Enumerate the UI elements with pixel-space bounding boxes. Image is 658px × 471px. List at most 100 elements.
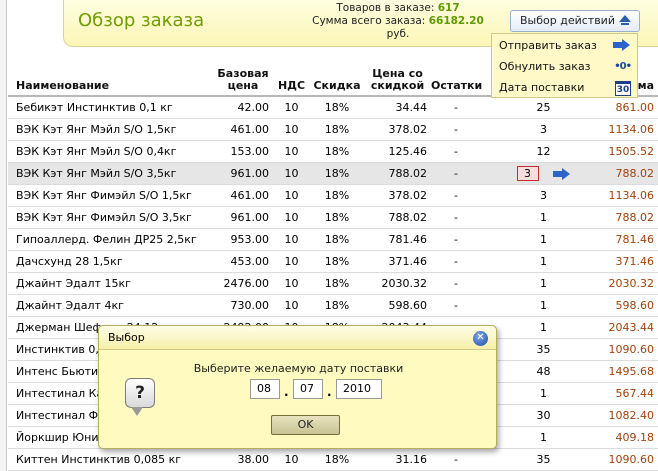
table-row[interactable]: ВЭК Кэт Янг Мэйл S/O 3,5кг 961.00 10 18% 788… <box>8 162 658 185</box>
cell-total: 1090.60 <box>606 448 658 471</box>
qty-input[interactable]: 3 <box>516 165 539 181</box>
col-base-price[interactable]: Базовая цена <box>213 61 273 97</box>
currency-label: руб. <box>386 28 410 40</box>
cell-base-price: 730.00 <box>213 294 273 317</box>
actions-dropdown-button[interactable]: Выбор действий <box>510 10 640 32</box>
cell-qty[interactable]: 1 <box>481 426 606 449</box>
table-row[interactable]: Джайнт Эдалт 15кг 2476.00 10 18% 2030.32-1 20… <box>8 272 658 295</box>
cell-stock: - <box>431 184 481 207</box>
cell-qty[interactable]: 1 <box>481 206 606 229</box>
cell-qty[interactable]: 30 <box>481 404 606 427</box>
cell-qty[interactable]: 1 <box>481 316 606 339</box>
cell-base-price: 453.00 <box>213 250 273 273</box>
cell-base-price: 961.00 <box>213 162 273 185</box>
cell-total: 781.46 <box>606 228 658 251</box>
cell-qty[interactable]: 1 <box>481 382 606 405</box>
table-row[interactable]: ВЭК Кэт Янг Фимэйл S/O 3,5кг 961.00 10 18% 7… <box>8 206 658 229</box>
cell-discount-price: 378.02 <box>364 184 431 207</box>
cell-name: ВЭК Кэт Янг Мэйл S/O 0,4кг <box>8 140 213 163</box>
cell-vat: 10 <box>273 184 310 207</box>
cell-discount: 18% <box>310 250 364 273</box>
cell-name: ВЭК Кэт Янг Мэйл S/O 1,5кг <box>8 118 213 141</box>
order-sum: 66182.20 <box>428 15 484 27</box>
table-row[interactable]: Гипоаллерд. Фелин ДР25 2,5кг 953.00 10 18% 7… <box>8 228 658 251</box>
cell-qty[interactable]: 35 <box>481 448 606 471</box>
cell-qty[interactable]: 12 <box>481 140 606 163</box>
menu-item-delivery-date[interactable]: Дата поставки 30 <box>499 78 637 98</box>
cell-vat: 10 <box>273 250 310 273</box>
cell-total: 371.46 <box>606 250 658 273</box>
cell-discount-price: 34.44 <box>364 96 431 119</box>
cell-vat: 10 <box>273 140 310 163</box>
table-row[interactable]: ВЭК Кэт Янг Мэйл S/O 1,5кг 461.00 10 18% 378… <box>8 118 658 141</box>
cell-discount: 18% <box>310 448 364 471</box>
cell-qty[interactable]: 1 <box>481 250 606 273</box>
cell-vat: 10 <box>273 206 310 229</box>
cell-total: 1082.40 <box>606 404 658 427</box>
table-row[interactable]: Киттен Инстинктив 0,085 кг 38.00 10 18% 31.1… <box>8 448 658 471</box>
cell-discount: 18% <box>310 140 364 163</box>
cell-discount-price: 31.16 <box>364 448 431 471</box>
cell-vat: 10 <box>273 228 310 251</box>
cell-total: 1090.60 <box>606 338 658 361</box>
left-panel-edge <box>0 0 7 471</box>
cell-discount: 18% <box>310 184 364 207</box>
cell-vat: 10 <box>273 162 310 185</box>
cell-qty[interactable]: 1 <box>481 272 606 295</box>
year-field[interactable]: 2010 <box>336 379 382 399</box>
cell-vat: 10 <box>273 294 310 317</box>
cell-qty[interactable]: 3 <box>481 118 606 141</box>
cell-total: 1495.68 <box>606 360 658 383</box>
cell-base-price: 38.00 <box>213 448 273 471</box>
date-separator: . <box>327 385 332 399</box>
cell-discount: 18% <box>310 118 364 141</box>
cell-stock: - <box>431 228 481 251</box>
cell-stock: - <box>431 118 481 141</box>
col-discount-price[interactable]: Цена со скидкой <box>364 61 431 97</box>
cell-discount-price: 125.46 <box>364 140 431 163</box>
cell-total: 861.00 <box>606 96 658 119</box>
cell-qty[interactable]: 1 <box>481 228 606 251</box>
cell-stock: - <box>431 294 481 317</box>
cell-name: ВЭК Кэт Янг Фимэйл S/O 1,5кг <box>8 184 213 207</box>
cell-base-price: 461.00 <box>213 184 273 207</box>
arrow-right-icon[interactable] <box>552 167 571 180</box>
cell-vat: 10 <box>273 448 310 471</box>
cell-total: 598.60 <box>606 294 658 317</box>
cell-base-price: 42.00 <box>213 96 273 119</box>
cell-discount: 18% <box>310 96 364 119</box>
cell-discount-price: 788.02 <box>364 206 431 229</box>
day-field[interactable]: 08 <box>250 379 280 399</box>
ok-button[interactable]: OK <box>271 415 340 435</box>
items-label: Товаров в заказе: <box>336 2 435 14</box>
col-discount[interactable]: Скидка <box>310 61 364 97</box>
close-icon[interactable]: ✕ <box>473 331 488 346</box>
cell-qty[interactable]: 3 <box>481 184 606 207</box>
table-row[interactable]: Джайнт Эдалт 4кг 730.00 10 18% 598.60-1 598.6… <box>8 294 658 317</box>
cell-name: Дачсхунд 28 1,5кг <box>8 250 213 273</box>
cell-stock: - <box>431 448 481 471</box>
cell-qty[interactable]: 25 <box>481 96 606 119</box>
menu-item-send-order[interactable]: Отправить заказ <box>499 36 637 56</box>
col-stock[interactable]: Остатки <box>431 61 482 97</box>
cell-total: 1505.52 <box>606 140 658 163</box>
cell-qty[interactable]: 1 <box>481 294 606 317</box>
menu-item-reset-order[interactable]: Обнулить заказ •0• <box>499 57 637 77</box>
cell-discount: 18% <box>310 272 364 295</box>
cell-qty[interactable]: 35 <box>481 338 606 361</box>
col-name[interactable]: Наименование <box>8 61 213 97</box>
table-row[interactable]: Бебикэт Инстинктив 0,1 кг 42.00 10 18% 34.44… <box>8 96 658 119</box>
cell-base-price: 153.00 <box>213 140 273 163</box>
cell-name: Джайнт Эдалт 4кг <box>8 294 213 317</box>
items-count: 617 <box>437 2 460 14</box>
cell-total: 788.02 <box>606 162 658 185</box>
col-vat[interactable]: НДС <box>273 61 310 97</box>
table-row[interactable]: Дачсхунд 28 1,5кг 453.00 10 18% 371.46-1 371.… <box>8 250 658 273</box>
table-row[interactable]: ВЭК Кэт Янг Фимэйл S/O 1,5кг 461.00 10 18% 3… <box>8 184 658 207</box>
cell-qty[interactable]: 48 <box>481 360 606 383</box>
cell-name: ВЭК Кэт Янг Фимэйл S/O 3,5кг <box>8 206 213 229</box>
cell-discount-price: 788.02 <box>364 162 431 185</box>
cell-qty[interactable]: 3 <box>481 162 606 185</box>
table-row[interactable]: ВЭК Кэт Янг Мэйл S/O 0,4кг 153.00 10 18% 125… <box>8 140 658 163</box>
month-field[interactable]: 07 <box>293 379 323 399</box>
